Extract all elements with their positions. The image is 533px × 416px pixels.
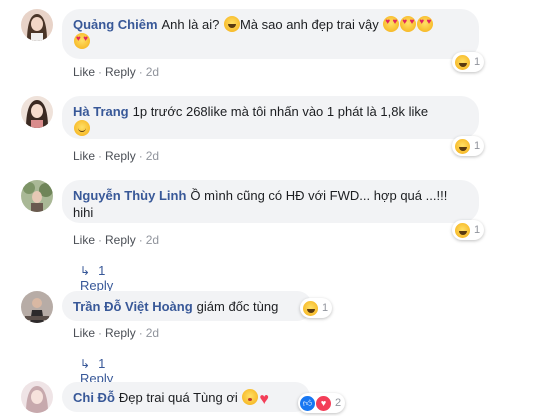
reaction-count: 1 (474, 140, 481, 152)
avatar[interactable] (21, 381, 53, 413)
reply-link[interactable]: Reply (105, 65, 136, 79)
reply-link[interactable]: Reply (105, 233, 136, 247)
comment-author[interactable]: Nguyễn Thùy Linh (73, 188, 186, 203)
comment-bubble: Trần Đỗ Việt Hoàng giám đốc tùng (62, 291, 312, 321)
comment-author[interactable]: Trần Đỗ Việt Hoàng (73, 299, 193, 314)
comment-actions: Like · Reply · 2d (73, 326, 160, 340)
reply-link[interactable]: Reply (105, 326, 136, 340)
comment-timestamp[interactable]: 2d (146, 233, 159, 247)
comment-bubble: Hà Trang 1p trước 268like mà tôi nhấn vào… (62, 96, 479, 139)
reply-arrow-icon: ↳ (80, 264, 91, 278)
like-link[interactable]: Like (73, 149, 95, 163)
comment-text: Đẹp trai quá Tùng ơi (118, 390, 238, 405)
comment-actions: Like · Reply · 2d (73, 149, 160, 163)
haha-reaction-icon (455, 54, 470, 70)
kiss-emoji-icon (242, 389, 259, 405)
reaction-count: 2 (335, 397, 342, 409)
heart-eyes-emoji-icon (400, 16, 417, 32)
like-link[interactable]: Like (73, 65, 95, 79)
like-link[interactable]: Like (73, 233, 95, 247)
like-link[interactable]: Like (73, 326, 95, 340)
comment-bubble: Quảng Chiêm Anh là ai? Mà sao anh đẹp tra… (62, 9, 479, 59)
love-reaction-icon: ♥ (316, 395, 331, 411)
view-replies-link[interactable]: ↳ 1 Reply (80, 263, 113, 293)
comment-text: 1p trước 268like mà tôi nhấn vào 1 phát … (132, 104, 429, 119)
red-heart-icon: ♥ (259, 391, 269, 408)
reaction-summary[interactable]: 1 (300, 298, 333, 318)
avatar[interactable] (21, 9, 53, 41)
comment-text: giám đốc tùng (196, 299, 279, 314)
smile-emoji-icon (74, 120, 90, 136)
comment-bubble: Chi Đỗ Đẹp trai quá Tùng ơi ♥ (62, 382, 310, 412)
reaction-summary[interactable]: 1 (452, 52, 485, 72)
comment-author[interactable]: Quảng Chiêm (73, 17, 158, 32)
comment-timestamp[interactable]: 2d (146, 326, 159, 340)
comment-timestamp[interactable]: 2d (146, 149, 159, 163)
comment-text-continued: Mà sao anh đẹp trai vậy (239, 17, 379, 32)
reply-arrow-icon: ↳ (80, 357, 91, 371)
comment-actions: Like · Reply · 2d (73, 233, 160, 247)
reply-link[interactable]: Reply (105, 149, 136, 163)
haha-reaction-icon (455, 222, 470, 238)
comment-bubble: Nguyễn Thùy Linh Ồ mình cũng có HĐ với FW… (62, 180, 479, 223)
comment-actions: Like · Reply · 2d (73, 65, 160, 79)
haha-reaction-icon (455, 138, 470, 154)
comment-author[interactable]: Chi Đỗ (73, 390, 115, 405)
reaction-summary[interactable]: 1 (452, 220, 485, 240)
comment-author[interactable]: Hà Trang (73, 104, 129, 119)
grinning-sweat-emoji-icon (223, 16, 240, 32)
reaction-count: 1 (474, 224, 481, 236)
heart-eyes-emoji-icon (74, 33, 90, 49)
comment-text: Anh là ai? (161, 17, 223, 32)
comment-timestamp[interactable]: 2d (146, 65, 159, 79)
avatar[interactable] (21, 291, 53, 323)
heart-eyes-emoji-icon (383, 16, 400, 32)
haha-reaction-icon (303, 300, 318, 316)
reaction-count: 1 (322, 302, 329, 314)
like-reaction-icon: 👍︎ (300, 395, 315, 411)
heart-eyes-emoji-icon (417, 16, 434, 32)
reaction-summary[interactable]: 1 (452, 136, 485, 156)
avatar[interactable] (21, 180, 53, 212)
reaction-summary[interactable]: 👍︎ ♥ 2 (298, 393, 346, 413)
reaction-count: 1 (474, 56, 481, 68)
avatar[interactable] (21, 96, 53, 128)
